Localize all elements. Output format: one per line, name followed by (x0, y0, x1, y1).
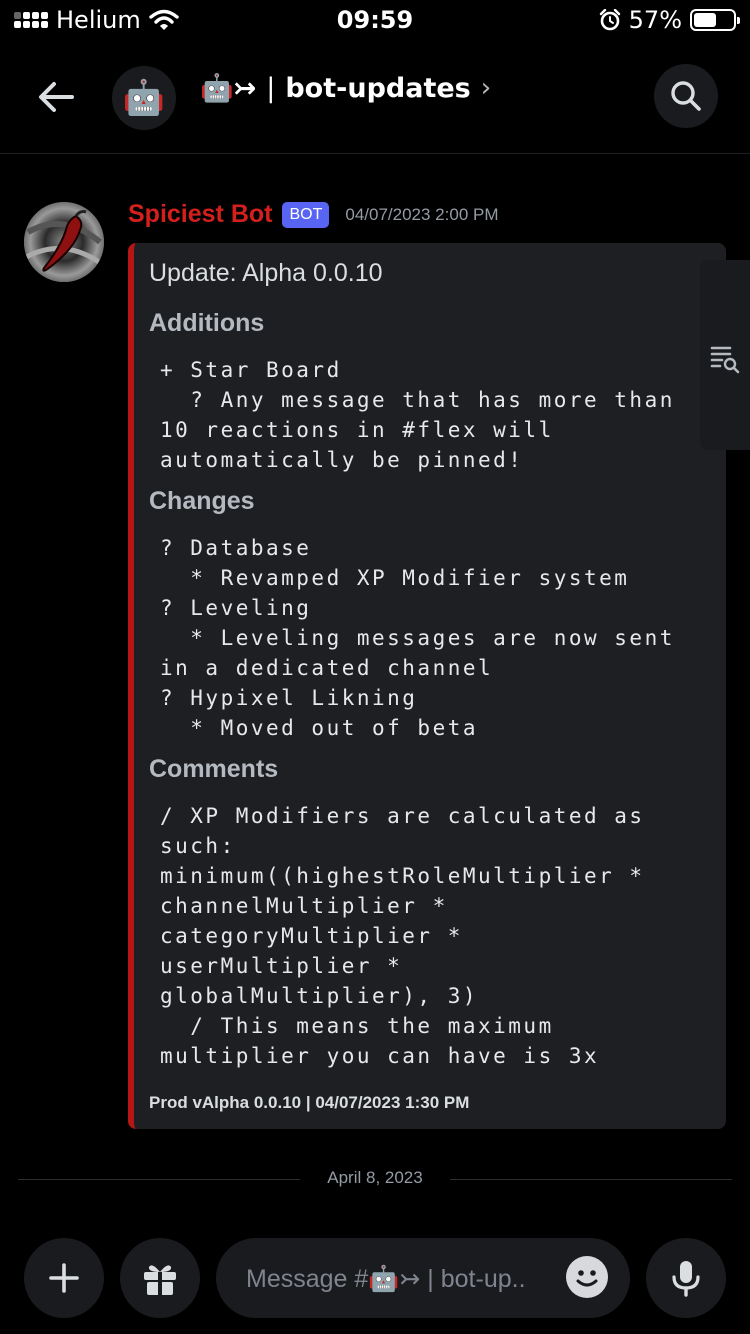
code-line: in a dedicated channel (160, 656, 494, 680)
search-icon (671, 81, 701, 111)
code-line: userMultiplier * (160, 954, 403, 978)
status-right: 57% (599, 6, 740, 34)
code-line: * Leveling messages are now sent (160, 626, 675, 650)
chevron-right-icon: › (480, 73, 492, 103)
code-line: / This means the maximum (160, 1014, 554, 1038)
emoji-button[interactable] (566, 1256, 608, 1298)
code-line: ? Hypixel Likning (160, 686, 418, 710)
code-line: ? Leveling (160, 596, 312, 620)
code-line: multiplier you can have is 3x (160, 1044, 600, 1068)
date-divider-label: April 8, 2023 (327, 1168, 423, 1187)
attach-button[interactable] (24, 1238, 104, 1318)
code-line: globalMultiplier), 3) (160, 984, 479, 1008)
gift-icon (144, 1265, 176, 1295)
code-line: + Star Board (160, 358, 342, 382)
code-line: ? Any message that has more than (160, 388, 675, 412)
bot-badge: BOT (282, 201, 330, 228)
field-value-additions: + Star Board ? Any message that has more… (160, 355, 675, 475)
field-value-changes: ? Database * Revamped XP Modifier system… (160, 533, 675, 743)
field-name-comments: Comments (149, 755, 279, 783)
code-line: / XP Modifiers are calculated as (160, 804, 645, 828)
code-line: 10 reactions in #flex will (160, 418, 554, 442)
channel-emoji: 🤖↣ (200, 73, 257, 104)
message-header: Spiciest Bot BOT 04/07/2023 2:00 PM (128, 200, 499, 229)
code-line: categoryMultiplier * (160, 924, 463, 948)
alarm-icon (599, 9, 620, 31)
message-composer (0, 1220, 750, 1334)
gift-button[interactable] (120, 1238, 200, 1318)
plus-icon (49, 1263, 79, 1293)
back-button[interactable] (34, 74, 80, 120)
code-line: * Revamped XP Modifier system (160, 566, 630, 590)
field-name-additions: Additions (149, 309, 265, 337)
voice-button[interactable] (646, 1238, 726, 1318)
embed-footer: Prod vAlpha 0.0.10 | 04/07/2023 1:30 PM (149, 1093, 470, 1112)
message-input[interactable] (244, 1238, 566, 1320)
embed-title: Update: Alpha 0.0.10 (149, 259, 383, 287)
author-name[interactable]: Spiciest Bot (128, 200, 272, 229)
code-line: such: (160, 834, 236, 858)
code-line: channelMultiplier * (160, 894, 448, 918)
message-input-container[interactable] (216, 1238, 630, 1320)
message-timestamp: 04/07/2023 2:00 PM (345, 204, 499, 224)
embed: Update: Alpha 0.0.10 Additions + Star Bo… (128, 243, 726, 1129)
code-line: ? Database (160, 536, 312, 560)
search-button[interactable] (654, 64, 718, 128)
side-panel-tab[interactable] (700, 260, 750, 450)
battery-percent: 57% (628, 6, 682, 34)
date-divider: April 8, 2023 (18, 1168, 732, 1192)
microphone-icon (672, 1261, 700, 1297)
back-arrow-icon (39, 82, 74, 112)
field-name-changes: Changes (149, 487, 255, 515)
server-avatar[interactable]: 🤖 (112, 66, 176, 130)
code-line: * Moved out of beta (160, 716, 479, 740)
threads-search-icon (710, 346, 740, 374)
status-bar: Helium 09:59 57% (0, 0, 750, 42)
channel-title[interactable]: 🤖↣ | bot-updates › (200, 72, 492, 105)
code-line: minimum((highestRoleMultiplier * (160, 864, 645, 888)
channel-header: 🤖 🤖↣ | bot-updates › (0, 42, 750, 154)
chili-pepper-icon (24, 202, 104, 282)
divider-line-right (450, 1179, 732, 1180)
emoji-icon (576, 1270, 598, 1287)
field-value-comments: / XP Modifiers are calculated as such: min… (160, 801, 645, 1071)
channel-name: bot-updates (285, 72, 471, 104)
battery-icon (690, 9, 740, 31)
robot-emoji: 🤖 (122, 78, 166, 118)
code-line: automatically be pinned! (160, 448, 524, 472)
channel-separator: | (266, 72, 276, 104)
bot-avatar[interactable] (24, 202, 104, 282)
